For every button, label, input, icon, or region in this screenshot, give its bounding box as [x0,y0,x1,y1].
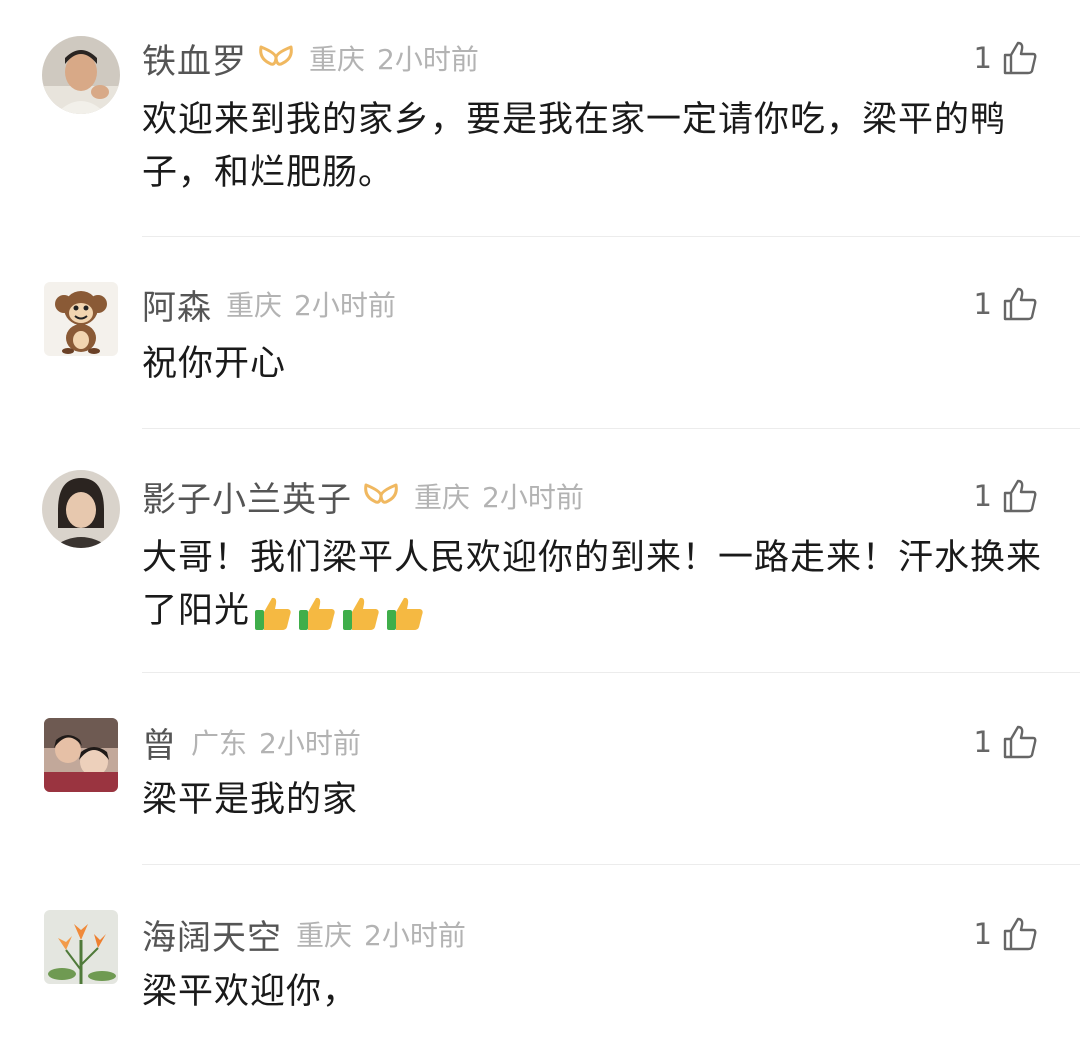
location: 重庆 [414,481,471,514]
comment-text: 梁平欢迎你， [142,972,359,1012]
avatar[interactable] [42,36,120,114]
username[interactable]: 海阔天空 [142,910,282,959]
like-button[interactable]: 1 [974,722,1038,762]
like-button[interactable]: 1 [974,38,1038,78]
thumbs-up-emoji-icon [255,597,291,630]
thumbs-up-emoji-icon [299,597,335,630]
avatar[interactable] [44,718,118,792]
vip-badge-icon [259,45,293,66]
divider [142,428,1080,429]
like-button[interactable]: 1 [974,476,1038,516]
avatar[interactable] [42,470,120,548]
like-button[interactable]: 1 [974,284,1038,324]
comment-text: 梁平是我的家 [142,780,359,820]
comment-text: 祝你开心 [142,344,287,384]
location: 重庆 [309,43,366,76]
like-count: 1 [973,725,992,759]
avatar[interactable] [44,910,118,984]
username[interactable]: 铁血罗 [142,34,247,83]
username[interactable]: 影子小兰英子 [142,472,352,521]
comment-header: 铁血罗 重庆 2小时前 [142,34,479,83]
comment-header: 影子小兰英子 重庆 2小时前 [142,472,584,521]
comment-text: 大哥！我们梁平人民欢迎你的到来！一路走来！汗水换来了阳光 [142,532,1042,639]
thumbs-up-emoji-icon [387,597,423,630]
vip-badge-icon [364,483,398,504]
like-button[interactable]: 1 [974,914,1038,954]
emoji-row [252,586,428,639]
timestamp: 2小时前 [294,289,396,322]
avatar[interactable] [44,282,118,356]
timestamp: 2小时前 [364,919,466,952]
thumbs-up-outline-icon [1003,725,1037,759]
comment-text: 欢迎来到我的家乡，要是我在家一定请你吃，梁平的鸭子，和烂肥肠。 [142,100,1007,193]
username[interactable]: 阿森 [142,280,212,329]
comment-header: 海阔天空 重庆 2小时前 [142,910,466,959]
timestamp: 2小时前 [482,481,584,514]
comment-header: 曾 广东 2小时前 [142,718,361,767]
thumbs-up-outline-icon [1003,287,1037,321]
like-count: 1 [973,287,992,321]
thumbs-up-outline-icon [1003,479,1037,513]
like-count: 1 [973,41,992,75]
location: 广东 [191,727,248,760]
thumbs-up-outline-icon [1003,917,1037,951]
location: 重庆 [296,919,353,952]
like-count: 1 [973,479,992,513]
divider [142,864,1080,865]
timestamp: 2小时前 [377,43,479,76]
username[interactable]: 曾 [142,718,177,767]
thumbs-up-outline-icon [1003,41,1037,75]
timestamp: 2小时前 [259,727,361,760]
comment-list: 铁血罗 重庆 2小时前 1 欢迎来到我的家乡，要是我在家一定请你吃，梁平的鸭子，… [0,0,1080,1051]
like-count: 1 [973,917,992,951]
divider [142,672,1080,673]
comment-header: 阿森 重庆 2小时前 [142,280,396,329]
thumbs-up-emoji-icon [343,597,379,630]
location: 重庆 [226,289,283,322]
divider [142,236,1080,237]
